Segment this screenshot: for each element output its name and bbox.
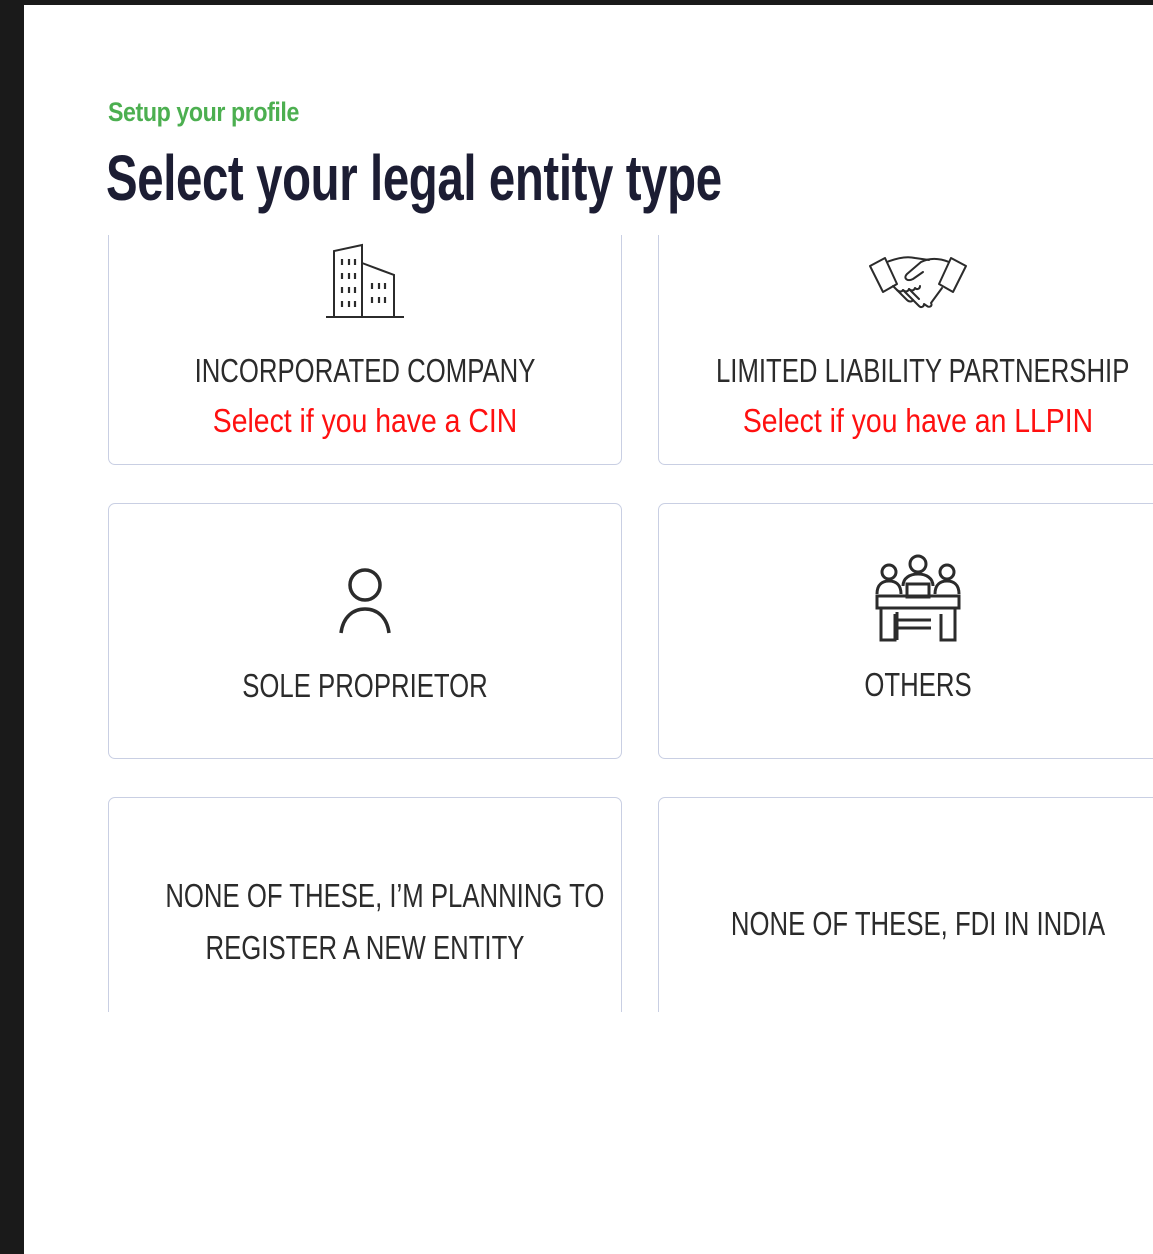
- option-label: SOLE PROPRIETOR: [242, 667, 488, 704]
- person-icon: [337, 567, 393, 641]
- option-limited-liability-partnership[interactable]: LIMITED LIABILITY PARTNERSHIP Select if …: [658, 235, 1153, 465]
- option-label-line-1: NONE OF THESE, I’M PLANNING TO: [165, 877, 605, 914]
- option-label: NONE OF THESE, I’M PLANNING TO REGISTER …: [165, 870, 605, 974]
- setup-profile-eyebrow: Setup your profile: [108, 97, 299, 127]
- option-label: INCORPORATED COMPANY: [194, 352, 536, 389]
- option-sole-proprietor[interactable]: SOLE PROPRIETOR: [108, 503, 622, 759]
- entity-type-panel: Setup your profile Select your legal ent…: [24, 5, 1153, 1254]
- page-title: Select your legal entity type: [106, 142, 722, 214]
- options-scroll-area[interactable]: INCORPORATED COMPANY Select if you have …: [24, 235, 1153, 1012]
- option-label: NONE OF THESE, FDI IN INDIA: [730, 905, 1106, 942]
- option-hint: Select if you have an LLPIN: [742, 402, 1094, 439]
- option-label: LIMITED LIABILITY PARTNERSHIP: [715, 352, 1130, 389]
- option-hint: Select if you have a CIN: [212, 402, 518, 439]
- group-meeting-icon: [873, 554, 963, 648]
- option-others[interactable]: OTHERS: [658, 503, 1153, 759]
- handshake-icon: [867, 248, 969, 320]
- option-fdi-in-india[interactable]: NONE OF THESE, FDI IN INDIA: [658, 797, 1153, 1012]
- option-register-new-entity[interactable]: NONE OF THESE, I’M PLANNING TO REGISTER …: [108, 797, 622, 1012]
- option-label-line-2: REGISTER A NEW ENTITY: [205, 929, 525, 966]
- option-label: OTHERS: [864, 666, 972, 703]
- option-incorporated-company[interactable]: INCORPORATED COMPANY Select if you have …: [108, 235, 622, 465]
- building-icon: [324, 241, 406, 325]
